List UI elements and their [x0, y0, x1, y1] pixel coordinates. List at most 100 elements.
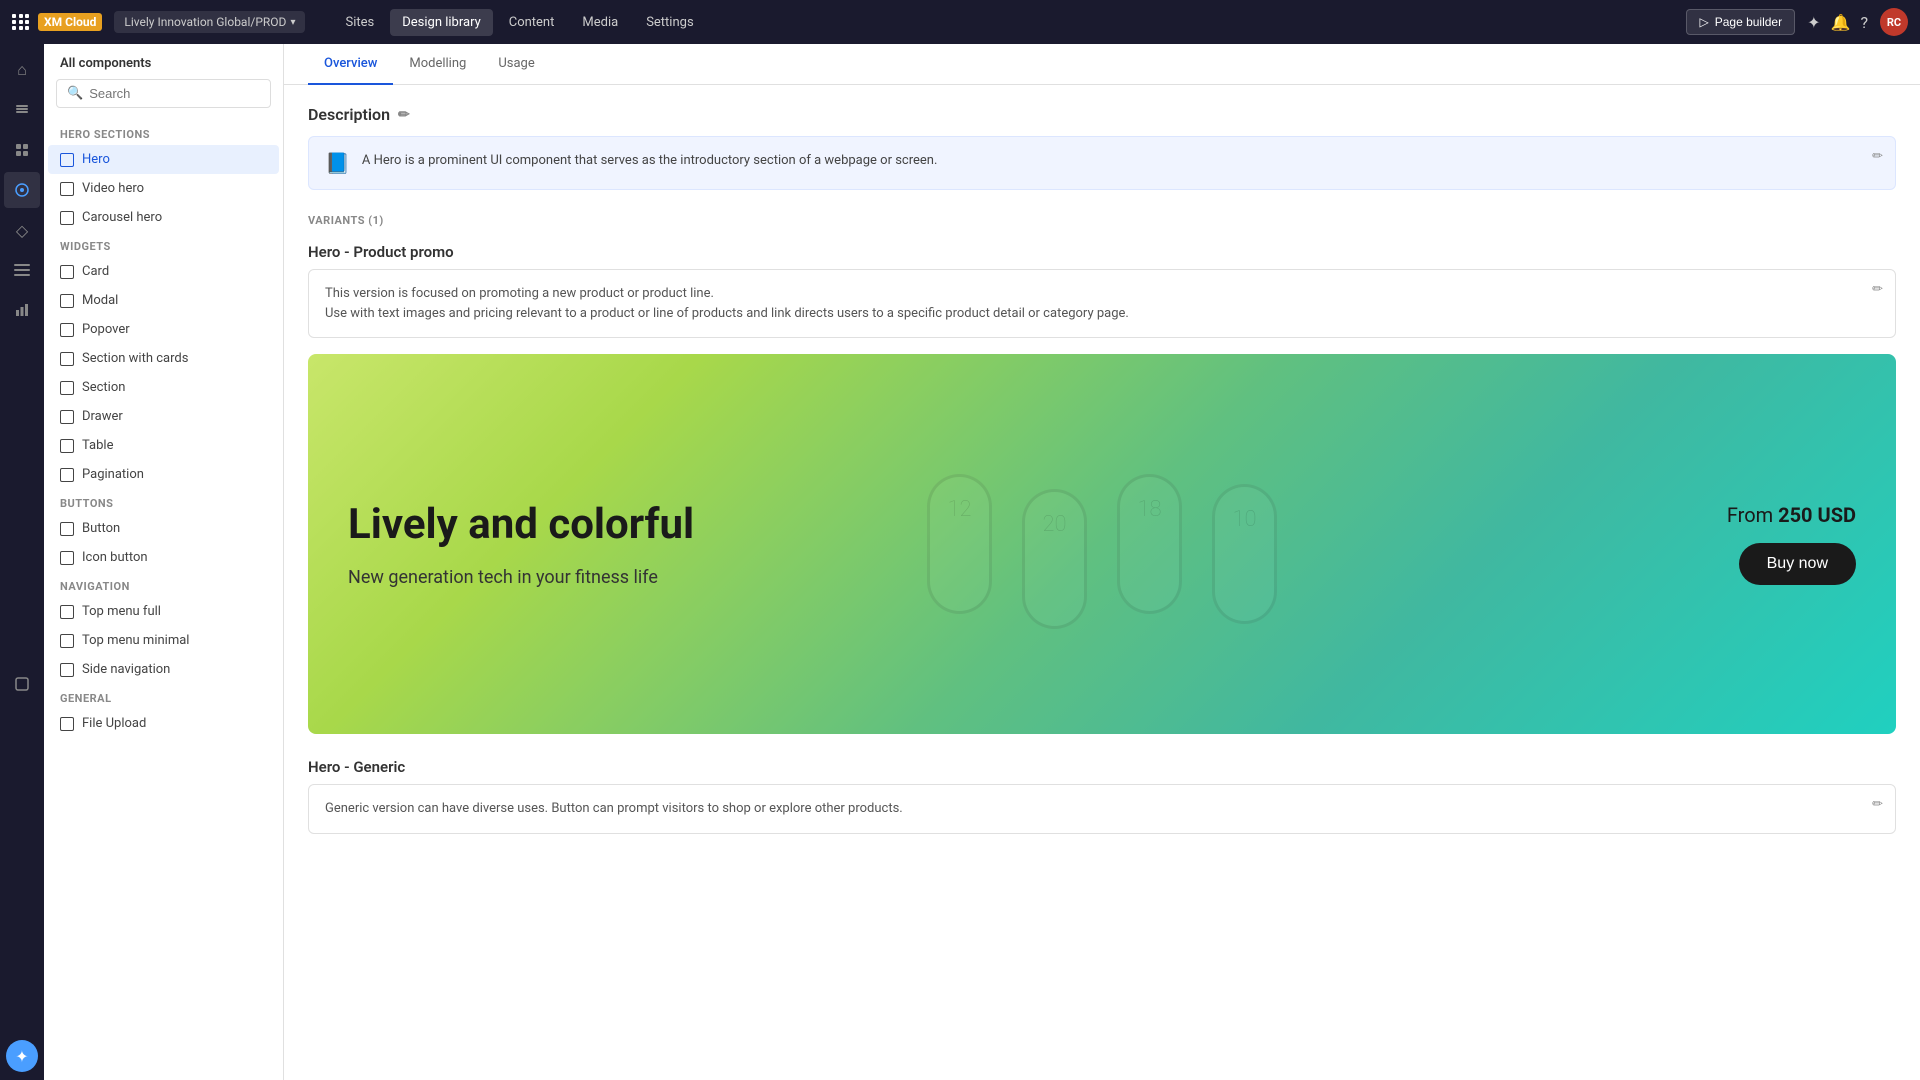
tab-usage[interactable]: Usage: [482, 44, 550, 85]
sidebar: All components 🔍 HERO SECTIONS Hero Vide…: [44, 44, 284, 1080]
chart-icon[interactable]: [4, 292, 40, 328]
page-builder-button[interactable]: ▷ Page builder: [1686, 9, 1795, 35]
side-navigation-icon: [60, 663, 74, 677]
sidebar-item-top-menu-full[interactable]: Top menu full: [44, 597, 283, 626]
buy-now-button[interactable]: Buy now: [1739, 543, 1856, 585]
sidebar-item-icon-button[interactable]: Icon button: [44, 543, 283, 572]
hero-price: From 250 USD: [1727, 503, 1856, 527]
main-content: Description ✏ 📘 A Hero is a prominent UI…: [284, 85, 1920, 1080]
sidebar-item-section-with-cards[interactable]: Section with cards: [44, 344, 283, 373]
top-menu-full-icon: [60, 605, 74, 619]
home-icon[interactable]: ⌂: [4, 52, 40, 88]
carousel-hero-label: Carousel hero: [82, 210, 162, 225]
card-label: Card: [82, 264, 109, 279]
sidebar-item-top-menu-minimal[interactable]: Top menu minimal: [44, 626, 283, 655]
search-input[interactable]: [89, 86, 265, 101]
description-label: Description: [308, 105, 390, 124]
description-edit-icon[interactable]: ✏: [398, 107, 410, 123]
sparkle-button[interactable]: ✦: [6, 1040, 38, 1072]
hero-preview: 12 20 18 10 Lively and colorful New gene…: [308, 354, 1896, 734]
icon-bar: ⌂ ◇ ✦: [0, 44, 44, 1080]
sidebar-item-table[interactable]: Table: [44, 431, 283, 460]
video-hero-item-icon: [60, 182, 74, 196]
sidebar-item-card[interactable]: Card: [44, 257, 283, 286]
sidebar-item-file-upload[interactable]: File Upload: [44, 709, 283, 738]
logo[interactable]: XM Cloud: [12, 13, 102, 31]
nav-content[interactable]: Content: [497, 9, 567, 36]
description-box: 📘 A Hero is a prominent UI component tha…: [308, 136, 1896, 190]
table-item-icon: [60, 439, 74, 453]
variant-product-promo-line1: This version is focused on promoting a n…: [325, 284, 1879, 304]
sidebar-item-side-navigation[interactable]: Side navigation: [44, 655, 283, 684]
layers-icon[interactable]: [4, 92, 40, 128]
sidebar-item-hero[interactable]: Hero: [48, 145, 279, 174]
sidebar-item-video-hero[interactable]: Video hero: [44, 174, 283, 203]
file-upload-label: File Upload: [82, 716, 146, 731]
hero-generic-section: Hero - Generic Generic version can have …: [308, 758, 1896, 834]
drawer-label: Drawer: [82, 409, 123, 424]
hero-generic-edit-icon[interactable]: ✏: [1872, 797, 1883, 812]
sidebar-item-pagination[interactable]: Pagination: [44, 460, 283, 489]
env-selector[interactable]: Lively Innovation Global/PROD ▾: [114, 11, 305, 33]
grid-view-icon[interactable]: [4, 132, 40, 168]
nav-settings[interactable]: Settings: [634, 9, 705, 36]
description-box-edit-icon[interactable]: ✏: [1872, 149, 1883, 164]
carousel-hero-item-icon: [60, 211, 74, 225]
apps-icon[interactable]: [12, 14, 30, 30]
nav-design-library[interactable]: Design library: [390, 9, 493, 36]
hero-subheading: New generation tech in your fitness life: [348, 567, 694, 588]
help-icon[interactable]: ?: [1860, 13, 1868, 32]
buttons-section-label: BUTTONS: [44, 489, 283, 514]
button-item-icon: [60, 522, 74, 536]
modal-label: Modal: [82, 293, 118, 308]
tab-overview[interactable]: Overview: [308, 44, 393, 85]
sidebar-item-button[interactable]: Button: [44, 514, 283, 543]
tab-bar: Overview Modelling Usage: [284, 44, 1920, 85]
menu-icon[interactable]: [4, 252, 40, 288]
button-label: Button: [82, 521, 120, 536]
diamond-icon[interactable]: ◇: [4, 212, 40, 248]
sidebar-item-drawer[interactable]: Drawer: [44, 402, 283, 431]
side-navigation-label: Side navigation: [82, 662, 170, 677]
device-1: 12: [927, 474, 992, 614]
hero-content-left: Lively and colorful New generation tech …: [308, 460, 734, 627]
top-menu-minimal-icon: [60, 634, 74, 648]
top-bar: XM Cloud Lively Innovation Global/PROD ▾…: [0, 0, 1920, 44]
card-item-icon: [60, 265, 74, 279]
layout: ⌂ ◇ ✦ All components 🔍 HERO SECTI: [0, 44, 1920, 1080]
sidebar-item-section[interactable]: Section: [44, 373, 283, 402]
top-nav: Sites Design library Content Media Setti…: [333, 9, 705, 36]
video-hero-label: Video hero: [82, 181, 144, 196]
sidebar-item-modal[interactable]: Modal: [44, 286, 283, 315]
icon-button-item-icon: [60, 551, 74, 565]
description-title: Description ✏: [308, 105, 1896, 124]
section-with-cards-item-icon: [60, 352, 74, 366]
sidebar-content: HERO SECTIONS Hero Video hero Carousel h…: [44, 120, 283, 1080]
book-icon: 📘: [325, 151, 350, 175]
sidebar-item-popover[interactable]: Popover: [44, 315, 283, 344]
star-icon[interactable]: ✦: [1807, 13, 1820, 32]
device-2: 20: [1022, 489, 1087, 629]
page-builder-label: Page builder: [1715, 15, 1782, 29]
top-bar-icons: ✦ 🔔 ?: [1807, 13, 1868, 32]
search-icon: 🔍: [67, 86, 83, 101]
palette-icon[interactable]: [4, 172, 40, 208]
page-builder-icon: ▷: [1699, 15, 1708, 29]
avatar[interactable]: RC: [1880, 8, 1908, 36]
general-section-label: GENERAL: [44, 684, 283, 709]
tab-modelling[interactable]: Modelling: [393, 44, 482, 85]
hero-label: Hero: [82, 152, 110, 167]
bell-icon[interactable]: 🔔: [1831, 13, 1851, 32]
sidebar-item-carousel-hero[interactable]: Carousel hero: [44, 203, 283, 232]
variant-promo-edit-icon[interactable]: ✏: [1872, 282, 1883, 297]
hero-sections-label: HERO SECTIONS: [44, 120, 283, 145]
hero-generic-desc-text: Generic version can have diverse uses. B…: [325, 799, 1879, 819]
top-menu-minimal-label: Top menu minimal: [82, 633, 189, 648]
search-box[interactable]: 🔍: [56, 79, 271, 108]
hero-content-right: From 250 USD Buy now: [1687, 463, 1896, 625]
section-label-text: Section: [82, 380, 125, 395]
box-icon[interactable]: [4, 666, 40, 702]
popover-label: Popover: [82, 322, 130, 337]
nav-sites[interactable]: Sites: [333, 9, 386, 36]
nav-media[interactable]: Media: [570, 9, 630, 36]
